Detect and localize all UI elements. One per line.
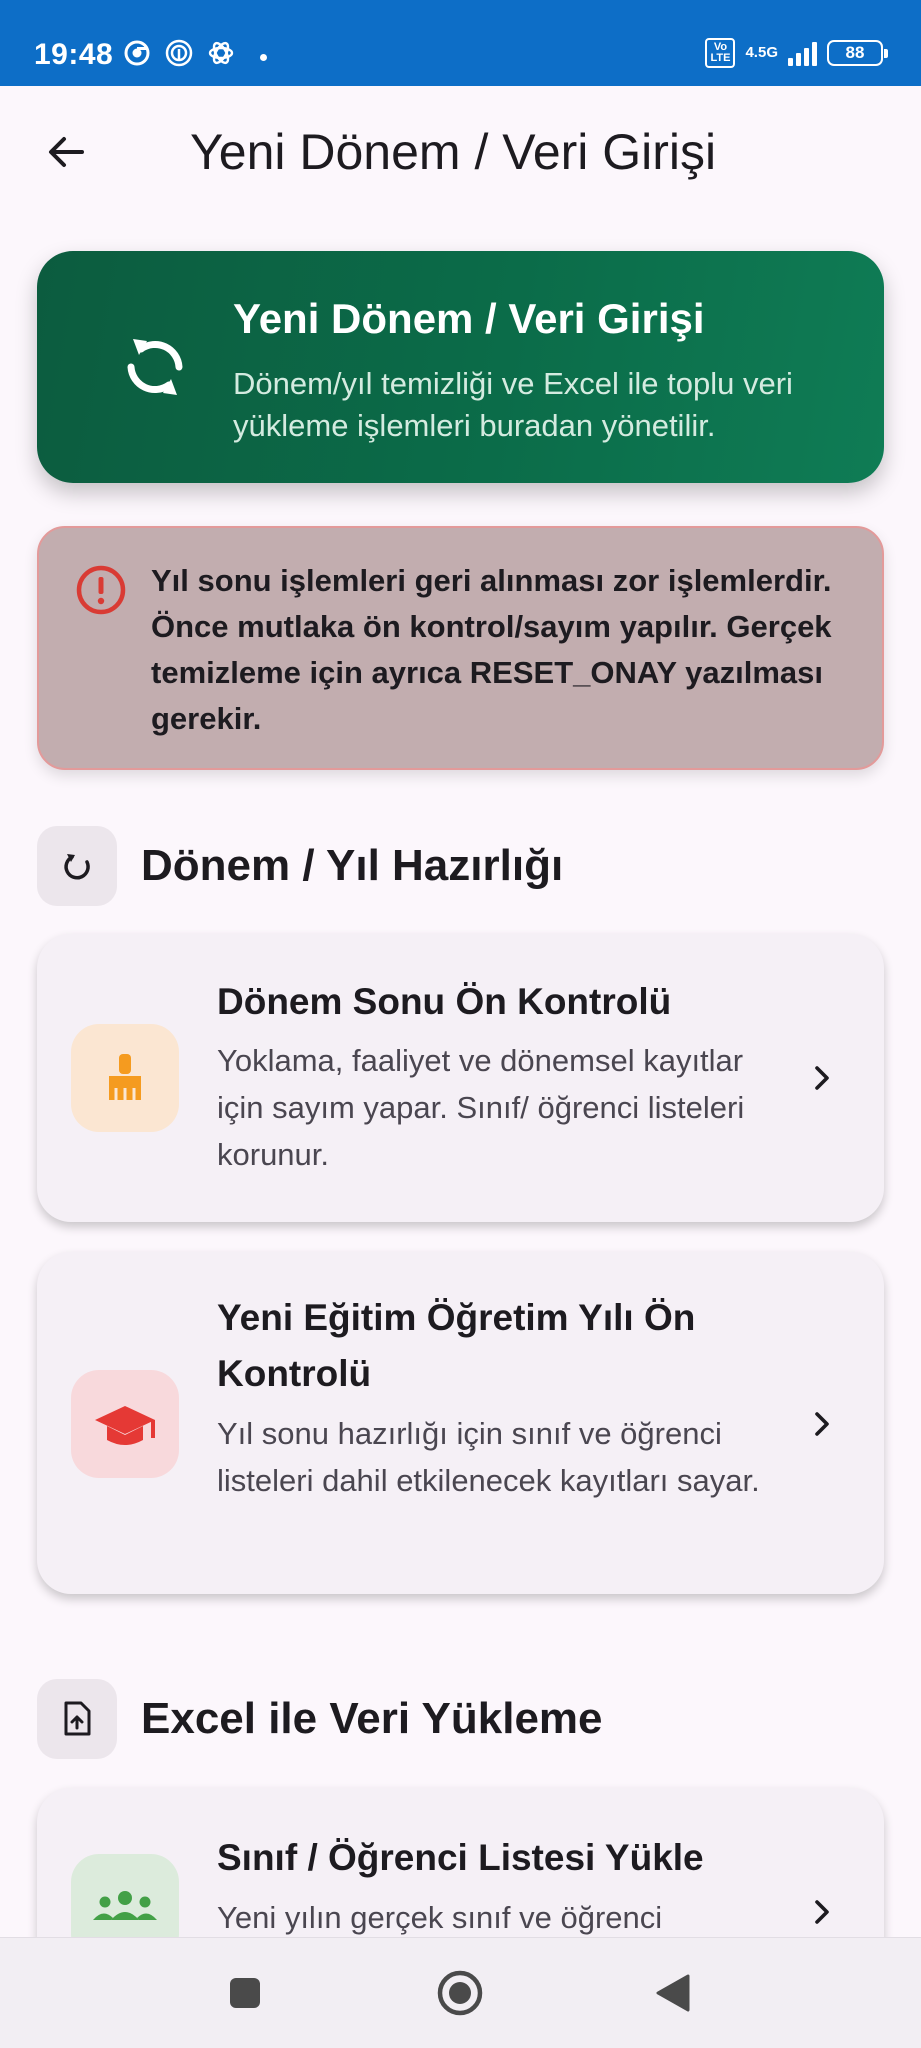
system-navigation-bar <box>0 1937 921 2048</box>
section-header-period: Dönem / Yıl Hazırlığı <box>37 826 563 906</box>
refresh-icon <box>37 826 117 906</box>
hero-banner: Yeni Dönem / Veri Girişi Dönem/yıl temiz… <box>37 251 884 483</box>
notification-icons <box>122 38 236 68</box>
hero-description: Dönem/yıl temizliği ve Excel ile toplu v… <box>233 366 793 443</box>
battery-level: 88 <box>845 43 865 62</box>
card-new-school-year-check[interactable]: Yeni Eğitim Öğretim Yılı Ön Kontrolü Yıl… <box>37 1252 884 1594</box>
card-icon-container <box>71 1024 179 1132</box>
fingerprint-icon <box>164 38 194 68</box>
card-description: Yeni yılın gerçek sınıf ve öğrenci <box>217 1900 663 1935</box>
card-description: Yıl sonu hazırlığı için sınıf ve öğrenci… <box>217 1416 760 1498</box>
square-icon <box>230 1978 260 2008</box>
section-title: Excel ile Veri Yükleme <box>141 1694 603 1743</box>
card-title: Sınıf / Öğrenci Listesi Yükle <box>217 1837 704 1878</box>
back-button[interactable] <box>36 122 96 182</box>
app-bar: Yeni Dönem / Veri Girişi <box>0 86 921 218</box>
battery-icon: 88 <box>827 40 888 66</box>
home-button[interactable] <box>435 1968 485 2018</box>
volte-badge: Vo LTE <box>705 38 736 68</box>
triangle-back-icon <box>656 1974 690 2012</box>
card-icon-container <box>71 1370 179 1478</box>
signal-icon <box>788 40 817 66</box>
section-title: Dönem / Yıl Hazırlığı <box>141 841 564 890</box>
network-type: 4.5G <box>745 44 778 61</box>
openai-icon <box>206 38 236 68</box>
chevron-right-icon <box>804 1060 840 1096</box>
hero-title: Yeni Dönem / Veri Girişi <box>233 295 705 342</box>
page-title: Yeni Dönem / Veri Girişi <box>190 124 717 180</box>
chevron-right-icon <box>804 1406 840 1442</box>
graduation-cap-icon <box>71 1370 179 1478</box>
card-period-end-check[interactable]: Dönem Sonu Ön Kontrolü Yoklama, faaliyet… <box>37 934 884 1222</box>
circle-icon <box>437 1970 483 2016</box>
card-title: Yeni Eğitim Öğretim Yılı Ön Kontrolü <box>217 1297 696 1394</box>
status-bar: 19:48 Vo LTE 4.5G 88 <box>0 0 921 86</box>
warning-banner: Yıl sonu işlemleri geri alınması zor işl… <box>37 526 884 770</box>
system-icons: Vo LTE 4.5G 88 <box>705 38 888 68</box>
refresh-icon <box>119 331 191 403</box>
error-outline-icon <box>75 564 127 616</box>
status-time: 19:48 <box>34 38 114 71</box>
recents-button[interactable] <box>220 1968 270 2018</box>
file-upload-icon <box>37 1679 117 1759</box>
back-nav-button[interactable] <box>648 1968 698 2018</box>
chevron-right-icon <box>804 1894 840 1930</box>
arrow-back-icon <box>49 137 84 167</box>
card-title: Dönem Sonu Ön Kontrolü <box>217 981 672 1022</box>
more-notifications-dot <box>260 54 267 61</box>
warning-text: Yıl sonu işlemleri geri alınması zor işl… <box>151 563 832 736</box>
broom-icon <box>71 1024 179 1132</box>
section-header-excel: Excel ile Veri Yükleme <box>37 1679 603 1759</box>
card-description: Yoklama, faaliyet ve dönemsel kayıtlar i… <box>217 1043 745 1172</box>
chrome-icon <box>122 38 152 68</box>
